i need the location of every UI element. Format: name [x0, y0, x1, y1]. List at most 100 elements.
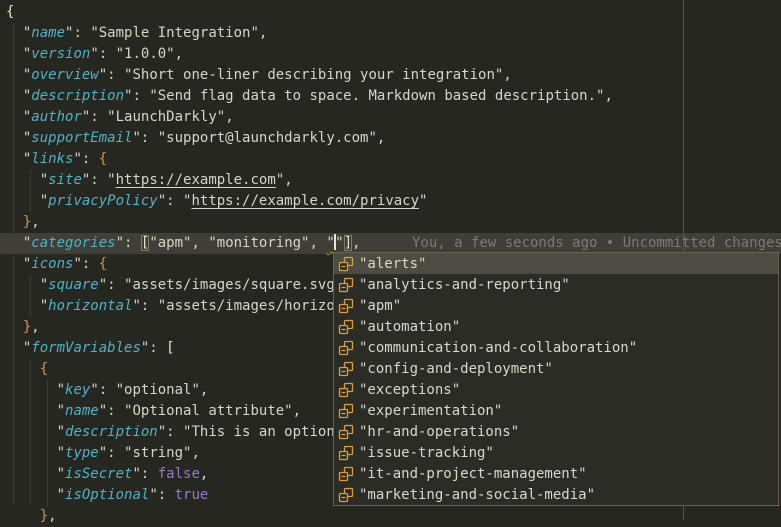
code-token: " [6, 340, 31, 356]
code-token: " [6, 235, 31, 251]
suggestion-item[interactable]: "alerts" [334, 253, 778, 274]
symbol-value-icon [338, 424, 354, 440]
code-token: false [158, 466, 200, 482]
suggestion-label: "analytics-and-reporting" [359, 277, 570, 293]
code-token: , [191, 235, 208, 251]
code-token: { [40, 361, 48, 377]
code-token: " [419, 193, 427, 209]
code-token: ": [132, 298, 157, 314]
code-token: " [6, 46, 31, 62]
suggestion-item[interactable]: "marketing-and-social-media" [334, 484, 778, 505]
code-token: " [6, 130, 31, 146]
code-line[interactable]: "links": { [0, 149, 781, 170]
suggestion-item[interactable]: "issue-tracking" [334, 442, 778, 463]
suggestion-label: "apm" [359, 298, 401, 314]
code-line[interactable]: }, [0, 212, 781, 233]
code-token: version [31, 46, 90, 62]
code-token: ": [99, 67, 124, 83]
code-token: " [6, 382, 65, 398]
code-line[interactable]: "site": "https://example.com", [0, 170, 781, 191]
code-token: , [225, 109, 233, 125]
code-token: , [200, 466, 208, 482]
code-token [6, 361, 40, 377]
code-token: { [99, 256, 107, 272]
code-token: " [6, 172, 48, 188]
suggestion-item[interactable]: "experimentation" [334, 400, 778, 421]
symbol-value-icon [338, 403, 354, 419]
code-token: , [200, 382, 208, 398]
code-token: privacyPolicy [48, 193, 158, 209]
code-token: " [6, 256, 31, 272]
code-token: https://example.com/privacy [191, 193, 419, 209]
code-token: https://example.com [116, 172, 276, 188]
code-token: " [6, 424, 65, 440]
suggestion-item[interactable]: "it-and-project-management" [334, 463, 778, 484]
code-token: " [6, 25, 31, 41]
code-token: , [31, 214, 39, 230]
code-token: " [6, 109, 31, 125]
code-token: ": [132, 466, 157, 482]
code-line[interactable]: "overview": "Short one-liner describing … [0, 65, 781, 86]
code-token: ": [65, 25, 90, 41]
git-blame-annotation[interactable]: You, a few seconds ago • Uncommitted cha… [412, 233, 781, 254]
code-token: ": [82, 172, 107, 188]
code-token: " [107, 172, 115, 188]
code-line[interactable]: "privacyPolicy": "https://example.com/pr… [0, 191, 781, 212]
code-token: name [65, 403, 99, 419]
code-line[interactable]: { [0, 2, 781, 23]
code-token: ": [141, 340, 166, 356]
code-token: categories [31, 235, 115, 251]
code-token: ": [90, 46, 115, 62]
code-line[interactable]: "description": "Send flag data to space.… [0, 86, 781, 107]
suggestion-label: "exceptions" [359, 382, 460, 398]
code-token: , [48, 508, 56, 524]
suggestion-item[interactable]: "analytics-and-reporting" [334, 274, 778, 295]
code-token: icons [31, 256, 73, 272]
suggestion-item[interactable]: "hr-and-operations" [334, 421, 778, 442]
code-token: " [6, 487, 65, 503]
symbol-value-icon [338, 382, 354, 398]
suggestion-item[interactable]: "apm" [334, 295, 778, 316]
suggestion-label: "config-and-deployment" [359, 361, 553, 377]
suggestion-item[interactable]: "automation" [334, 316, 778, 337]
code-token: , [310, 235, 327, 251]
code-line[interactable]: }, [0, 506, 781, 527]
suggestion-item[interactable]: "config-and-deployment" [334, 358, 778, 379]
code-token: ": [149, 487, 174, 503]
symbol-value-icon [338, 487, 354, 503]
symbol-value-icon [338, 466, 354, 482]
code-token: ": [116, 235, 141, 251]
code-token: "LaunchDarkly" [107, 109, 225, 125]
code-token: formVariables [31, 340, 141, 356]
editor-pane: { "colors": { "background": "#272721", "… [0, 0, 781, 520]
suggest-list: "alerts" "analytics-and-reporting" "apm" "a… [334, 253, 778, 505]
code-token: ": [82, 109, 107, 125]
suggestion-item[interactable]: "communication-and-collaboration" [334, 337, 778, 358]
code-token: "support@launchdarkly.com" [158, 130, 377, 146]
code-token: "string" [124, 445, 191, 461]
code-token: " [6, 151, 31, 167]
suggestion-label: "hr-and-operations" [359, 424, 519, 440]
code-token: , [191, 445, 199, 461]
code-token: " [6, 193, 48, 209]
suggestion-item[interactable]: "exceptions" [334, 379, 778, 400]
code-token: site [48, 172, 82, 188]
code-line[interactable]: "version": "1.0.0", [0, 44, 781, 65]
code-token: { [99, 151, 107, 167]
code-token: ": [158, 424, 183, 440]
code-token: , [377, 130, 385, 146]
code-token: "apm" [149, 235, 191, 251]
code-token: , [503, 67, 511, 83]
code-token: "Optional attribute" [124, 403, 293, 419]
code-token: , [175, 46, 183, 62]
code-token: horizontal [48, 298, 132, 314]
code-token: [ [166, 340, 174, 356]
code-token: "Short one-liner describing your integra… [124, 67, 503, 83]
code-token: ": [99, 403, 124, 419]
code-token: , [293, 403, 301, 419]
symbol-value-icon [338, 361, 354, 377]
code-line[interactable]: "supportEmail": "support@launchdarkly.co… [0, 128, 781, 149]
code-token: "optional" [116, 382, 200, 398]
code-line[interactable]: "author": "LaunchDarkly", [0, 107, 781, 128]
code-line[interactable]: "name": "Sample Integration", [0, 23, 781, 44]
